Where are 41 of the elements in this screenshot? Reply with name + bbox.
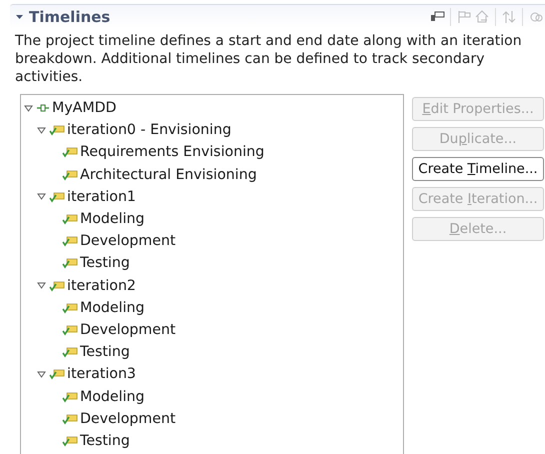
collapse-toggle-icon[interactable]	[37, 126, 46, 135]
tree-item[interactable]: Modeling	[80, 300, 145, 316]
flag-check-icon	[49, 190, 65, 203]
flag-check-icon	[62, 213, 78, 226]
flag-check-icon	[62, 324, 78, 336]
flag-check-icon	[62, 412, 78, 425]
collapse-icon[interactable]	[16, 14, 24, 20]
tree-item[interactable]: MyAMDD	[52, 100, 116, 116]
section-title: Timelines	[29, 8, 110, 26]
collapse-toggle-icon[interactable]	[24, 104, 33, 113]
collapse-toggle-icon[interactable]	[37, 370, 46, 379]
tree-item[interactable]: iteration0 - Envisioning	[67, 122, 232, 138]
flag-check-icon	[62, 168, 78, 181]
tree-item[interactable]: Development	[80, 322, 176, 338]
flag-check-icon	[62, 390, 78, 403]
flag-check-icon	[62, 146, 78, 158]
tree-item[interactable]: Development	[80, 233, 176, 250]
flag-check-icon	[62, 434, 78, 447]
tree-item[interactable]: iteration1	[67, 188, 136, 205]
flag-check-icon	[49, 280, 65, 292]
description-text: The project timeline defines a start and end date along with an iteration breakdown. Additional timelines can be defined to track secondary activities.	[14, 32, 523, 86]
flag-check-icon	[62, 302, 78, 314]
flag-check-icon	[49, 124, 65, 136]
collapse-toggle-icon[interactable]	[37, 192, 46, 202]
action-button[interactable]: Create Timeline...	[412, 157, 544, 181]
tree-item[interactable]: Testing	[80, 255, 130, 272]
tree-item[interactable]: Architectural Envisioning	[80, 166, 257, 183]
flag-check-icon	[62, 257, 78, 270]
tree-item[interactable]: Testing	[80, 344, 130, 360]
tree-item[interactable]: Requirements Envisioning	[80, 144, 264, 160]
tree-item[interactable]: iteration3	[67, 366, 136, 382]
collapse-toggle-icon[interactable]	[37, 281, 46, 290]
flag-check-icon	[62, 235, 78, 248]
milestone-icon	[36, 103, 50, 114]
tree-item[interactable]: iteration2	[67, 278, 136, 294]
flag-check-icon	[62, 346, 78, 358]
tree-item[interactable]: Testing	[80, 432, 130, 449]
tree-item[interactable]: Modeling	[80, 388, 145, 405]
flag-check-icon	[49, 368, 65, 380]
tree-item[interactable]: Modeling	[80, 211, 145, 228]
tree-item[interactable]: Development	[80, 410, 176, 427]
